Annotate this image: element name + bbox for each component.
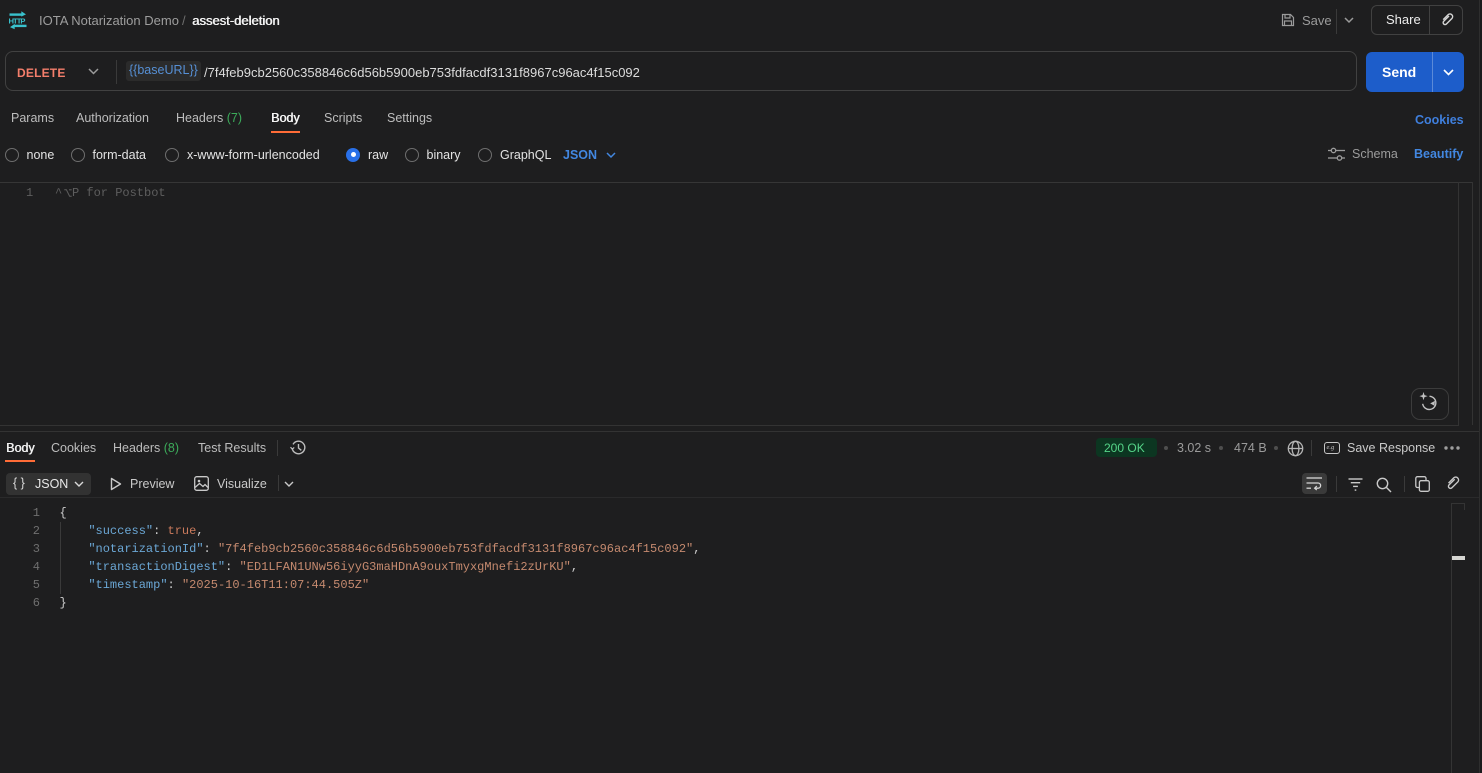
svg-text:HTTP: HTTP (9, 17, 26, 26)
